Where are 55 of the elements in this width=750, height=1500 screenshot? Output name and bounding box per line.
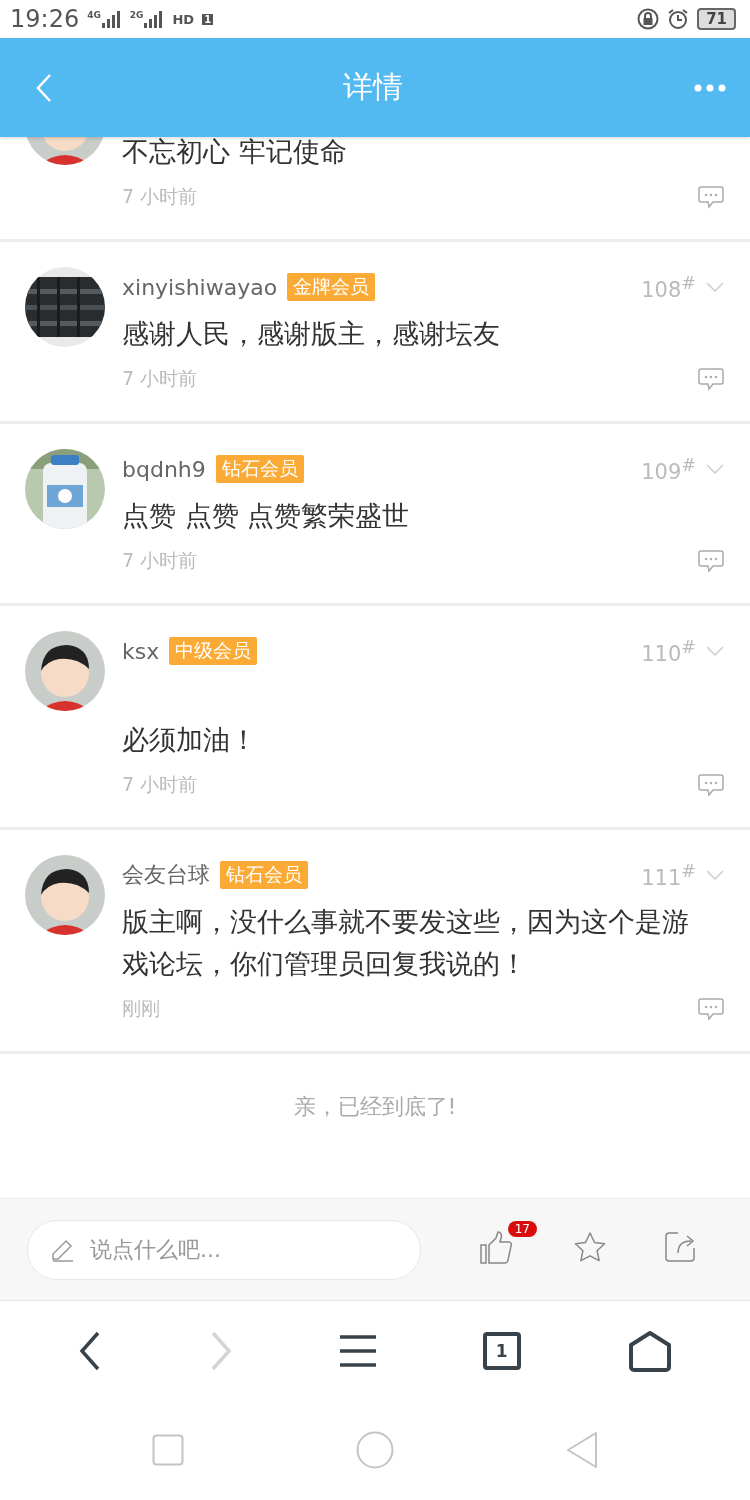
chevron-down-icon[interactable] (706, 646, 724, 656)
member-badge: 钻石会员 (215, 455, 304, 483)
home-button-icon[interactable] (356, 1431, 394, 1469)
chevron-down-icon[interactable] (706, 464, 724, 474)
reply-time: 刚刚 (122, 996, 160, 1021)
comment-icon[interactable] (698, 185, 724, 209)
reply-time: 7 小时前 (122, 366, 198, 391)
pencil-icon (51, 1237, 75, 1262)
star-icon[interactable] (573, 1230, 607, 1263)
recents-icon[interactable] (152, 1434, 184, 1466)
username[interactable]: bqdnh9 (122, 456, 206, 482)
home-icon[interactable] (627, 1329, 672, 1372)
status-time: 19:26 (10, 5, 80, 33)
comment-icon[interactable] (698, 997, 724, 1021)
reply-text: 点赞 点赞 点赞繁荣盛世 (122, 499, 411, 533)
reply-text: 版主啊，没什么事就不要发这些，因为这个是游戏论坛，你们管理员回复我说的！ (122, 905, 690, 981)
member-badge: 金牌会员 (287, 273, 376, 301)
reply-time: 7 小时前 (122, 772, 198, 797)
floor-number: 108$^{#}$ (641, 272, 696, 302)
end-notice: 亲，已经到底了! (293, 1092, 457, 1121)
floor-number: 110$^{#}$ (641, 636, 696, 666)
reply-time: 7 小时前 (122, 184, 198, 209)
tab-count[interactable]: 1 (482, 1331, 521, 1370)
floor-number: 109$^{#}$ (641, 454, 696, 484)
share-icon[interactable] (664, 1230, 697, 1263)
more-icon[interactable] (694, 83, 726, 92)
reply-time: 7 小时前 (122, 548, 198, 573)
battery-level: 71 (697, 8, 736, 30)
reply-text: 不忘初心 牢记使命 (122, 137, 348, 169)
comment-field[interactable]: 说点什么吧... (27, 1219, 421, 1280)
chevron-down-icon[interactable] (706, 870, 724, 880)
alarm-icon (667, 8, 690, 30)
signal-icon (144, 10, 165, 28)
username[interactable]: 会友台球 (122, 860, 210, 890)
comment-icon[interactable] (698, 367, 724, 391)
member-badge: 中级会员 (169, 637, 258, 665)
comment-icon[interactable] (698, 549, 724, 573)
signal-icon (101, 10, 122, 28)
username[interactable]: ksx (122, 638, 160, 664)
member-badge: 钻石会员 (220, 861, 308, 889)
comment-icon[interactable] (698, 773, 724, 797)
chevron-down-icon[interactable] (706, 282, 724, 292)
sim-slot-label: 1 (202, 13, 214, 25)
reply-text: 必须加油！ (122, 723, 258, 757)
network-label: 4G (87, 10, 101, 20)
hd-label: HD (172, 11, 195, 27)
floor-number: 111$^{#}$ (641, 860, 696, 890)
username[interactable]: xinyishiwayao (122, 274, 278, 300)
like-count: 17 (507, 1220, 537, 1237)
menu-icon[interactable] (340, 1333, 376, 1368)
reply-text: 感谢人民，感谢版主，感谢坛友 (122, 317, 501, 351)
network-label: 2G (129, 10, 144, 20)
page-title: 详情 (343, 68, 403, 106)
lock-icon (637, 8, 660, 30)
back-triangle-icon[interactable] (566, 1431, 598, 1469)
